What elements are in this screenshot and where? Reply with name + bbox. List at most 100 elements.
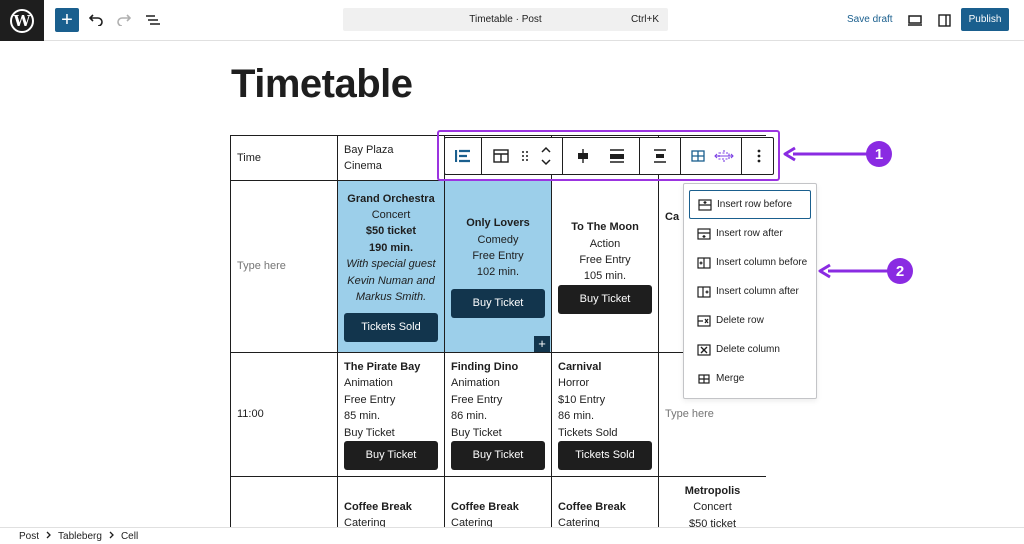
event-status: Tickets Sold [558,426,618,439]
header-time: Time [237,151,262,164]
table-cell[interactable]: Bay Plaza Cinema [337,135,445,181]
command-palette-bar[interactable]: Timetable · Post Ctrl+K [343,8,668,31]
buy-ticket-button[interactable]: Buy Ticket [344,441,438,471]
menu-item-insert-row-before[interactable]: Insert row before [689,190,811,219]
event-title: The Pirate Bay [344,360,421,373]
event-title: To The Moon [571,221,639,234]
redo-icon[interactable] [112,8,136,32]
event-title: Only Lovers [466,217,530,230]
document-title: Timetable · Post [469,14,542,25]
event-genre: Animation [451,377,500,390]
table-cell[interactable]: Finding Dino Animation Free Entry 86 min… [444,352,552,477]
block-breadcrumb: Post Tableberg Cell [0,527,1024,544]
wordpress-logo[interactable]: W [0,0,44,41]
buy-ticket-button[interactable]: Buy Ticket [558,284,652,314]
desktop-preview-icon[interactable] [903,8,927,32]
event-duration: 105 min. [583,270,627,283]
table-block-icon[interactable] [448,141,478,171]
table-edit-icon[interactable] [486,141,516,171]
add-row-icon[interactable]: + [534,336,550,352]
shortcut-hint: Ctrl+K [630,14,659,25]
table-cell-selected[interactable]: Grand Orchestra Concert $50 ticket 190 m… [337,180,445,353]
vertical-align-icon[interactable] [644,141,676,171]
event-duration: 86 min. [558,410,595,423]
event-genre: Horror [558,377,590,390]
callout-arrow-2 [818,263,890,279]
menu-item-label: Insert column after [716,286,799,297]
event-price: Free Entry [579,254,631,266]
event-title: Carnival [558,360,602,373]
table-cell[interactable]: The Pirate Bay Animation Free Entry 85 m… [337,352,445,477]
tickets-sold-button[interactable]: Tickets Sold [558,441,652,471]
event-genre: Animation [344,377,393,390]
event-note: Markus Smith. [355,291,427,304]
drag-handle-icon[interactable] [516,141,534,171]
table-cell[interactable]: To The Moon Action Free Entry 105 min. B… [551,180,659,353]
list-view-icon[interactable] [141,8,165,32]
event-note: Kevin Numan and [347,274,435,287]
event-genre: Comedy [477,233,519,246]
event-genre: Concert [371,208,411,221]
event-title: Ca [665,211,680,223]
event-title: Coffee Break [558,501,626,513]
post-title[interactable]: Timetable [231,62,413,107]
save-draft-button[interactable]: Save draft [847,14,893,25]
table-options-icon[interactable] [685,141,711,171]
header-venue-line2: Cinema [344,160,382,172]
breadcrumb-tableberg[interactable]: Tableberg [58,531,102,542]
breadcrumb-cell[interactable]: Cell [121,531,138,542]
event-price: Free Entry [472,250,524,262]
event-note: With special guest [346,258,436,271]
menu-item-insert-row-after[interactable]: Insert row after [689,219,811,248]
menu-item-delete-row[interactable]: Delete row [689,306,811,335]
undo-icon[interactable] [84,8,108,32]
table-cell[interactable]: Time [230,135,338,181]
publish-button[interactable]: Publish [961,8,1009,31]
chevron-right-icon [46,531,51,542]
buy-ticket-button[interactable]: Buy Ticket [451,288,545,318]
time-label: 11:00 [237,408,264,421]
insert-column-after-icon [697,285,711,298]
chevron-right-icon [109,531,114,542]
menu-item-delete-column[interactable]: Delete column [689,335,811,364]
menu-item-insert-column-after[interactable]: Insert column after [689,277,811,306]
block-toolbar [444,137,774,175]
menu-item-merge[interactable]: Merge [689,364,811,393]
align-center-icon[interactable] [567,141,599,171]
move-up-down-icon[interactable] [534,141,558,171]
buy-ticket-button[interactable]: Buy Ticket [451,441,545,471]
callout-badge-2: 2 [887,258,913,284]
align-wide-icon[interactable] [599,141,635,171]
table-cell[interactable]: 11:00 [230,352,338,477]
event-status: Buy Ticket [344,426,395,439]
table-options-menu: Insert row before Insert row after Inser… [683,183,817,399]
menu-item-label: Delete column [716,344,780,355]
breadcrumb-post[interactable]: Post [19,531,39,542]
insert-row-after-icon [697,227,711,240]
event-title: Finding Dino [451,360,519,373]
menu-item-insert-column-before[interactable]: Insert column before [689,248,811,277]
merge-icon [697,373,711,385]
table-cell[interactable]: Carnival Horror $10 Entry 86 min. Ticket… [551,352,659,477]
callout-badge-1: 1 [866,141,892,167]
tickets-sold-button[interactable]: Tickets Sold [344,313,438,343]
resize-icon[interactable] [711,141,737,171]
event-price: $50 ticket [365,225,417,238]
sidebar-toggle-icon[interactable] [932,8,956,32]
more-options-icon[interactable] [746,141,772,171]
event-duration: 102 min. [476,266,520,279]
event-duration: 86 min. [451,410,488,423]
menu-item-label: Insert row after [716,228,783,239]
event-duration: 85 min. [344,410,381,423]
header-venue-line1: Bay Plaza [344,143,394,156]
menu-item-label: Merge [716,373,745,384]
event-title: Grand Orchestra [347,192,435,205]
table-cell[interactable]: Type here [230,180,338,353]
table-cell-selected[interactable]: Only Lovers Comedy Free Entry 102 min. B… [444,180,552,353]
event-genre: Concert [693,501,732,514]
event-price: $10 Entry [558,393,606,406]
add-block-button[interactable]: + [55,8,79,32]
event-title: Coffee Break [451,501,519,513]
event-title: Coffee Break [344,501,412,513]
delete-column-icon [697,343,711,356]
